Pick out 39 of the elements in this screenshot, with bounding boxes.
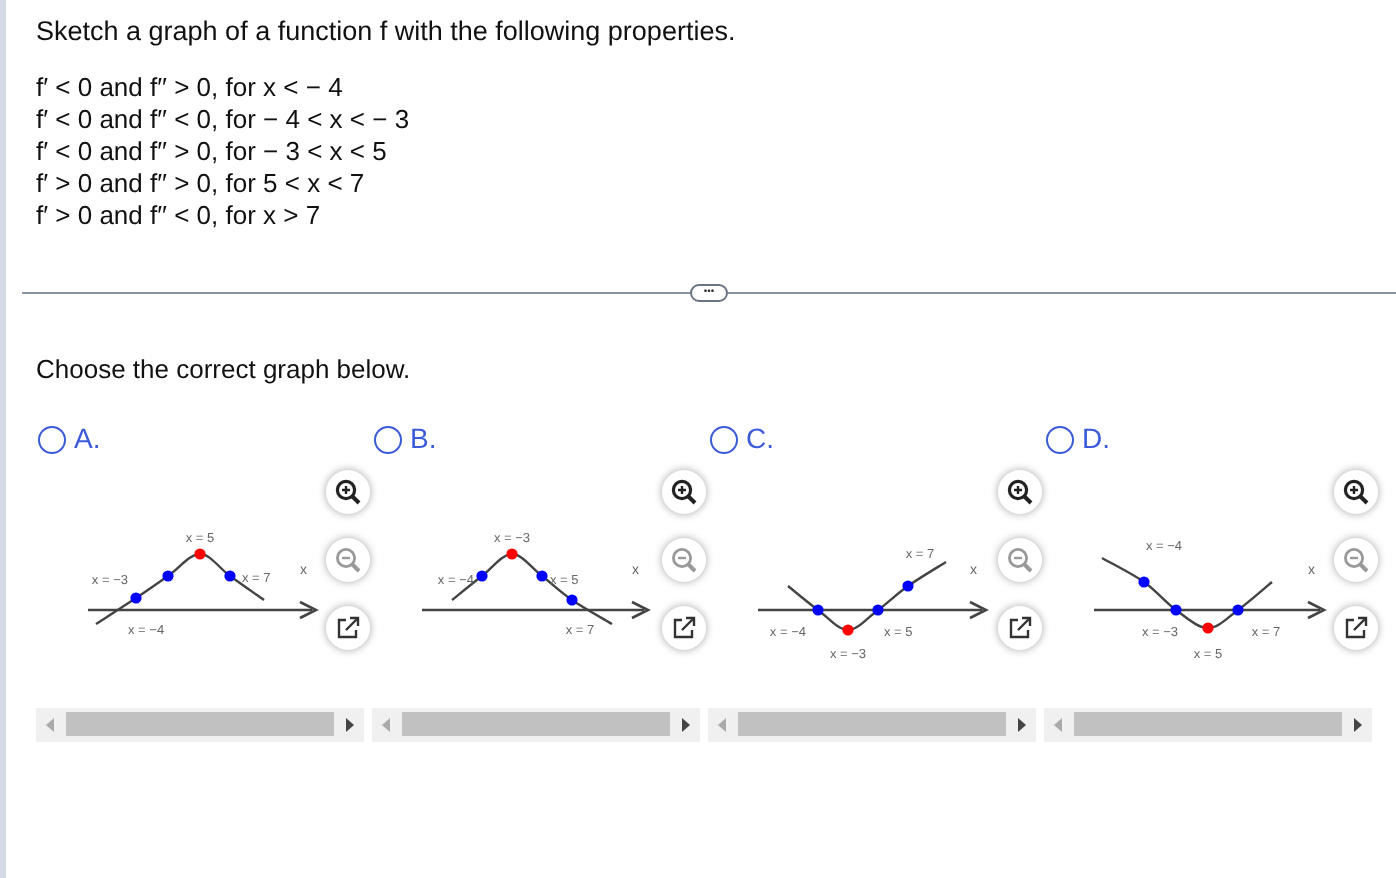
scrollbar-thumb[interactable] (738, 712, 1006, 737)
horizontal-scrollbar[interactable] (372, 707, 700, 742)
option-label: B. (410, 420, 437, 459)
horizontal-scrollbar[interactable] (36, 707, 364, 742)
radio-button[interactable] (710, 425, 738, 454)
zoom-in-icon[interactable] (998, 469, 1042, 514)
zoom-in-icon[interactable] (662, 469, 706, 514)
property-text: f′ < 0 and f′′ < 0, for − 4 < x < − 3 (36, 104, 412, 137)
radio-button[interactable] (374, 425, 402, 454)
zoom-out-icon[interactable] (662, 537, 706, 582)
zoom-out-icon[interactable] (1334, 537, 1378, 582)
zoom-out-icon[interactable] (326, 537, 370, 582)
horizontal-scrollbar[interactable] (708, 707, 1036, 742)
scroll-right-icon[interactable] (1018, 717, 1026, 732)
horizontal-scrollbar[interactable] (1044, 707, 1372, 742)
radio-button[interactable] (1046, 425, 1074, 454)
option-label: A. (74, 420, 101, 459)
scroll-right-icon[interactable] (1354, 717, 1362, 732)
property-text: f′ < 0 and f′′ > 0, for − 3 < x < 5 (36, 136, 389, 169)
prompt-text: Choose the correct graph below. (34, 352, 413, 389)
zoom-out-icon[interactable] (998, 537, 1042, 582)
zoom-in-icon[interactable] (326, 469, 370, 514)
option-label: D. (1082, 420, 1110, 459)
pop-out-icon[interactable] (326, 605, 370, 650)
pop-out-icon[interactable] (998, 605, 1042, 650)
property-text: f′ > 0 and f′′ < 0, for x > 7 (36, 200, 323, 233)
option-label: C. (746, 420, 774, 459)
radio-button[interactable] (38, 425, 66, 454)
scroll-right-icon[interactable] (346, 717, 354, 732)
question-text: Sketch a graph of a function f with the following properties. (36, 14, 738, 50)
scrollbar-thumb[interactable] (402, 712, 670, 737)
property-text: f′ < 0 and f′′ > 0, for x < − 4 (36, 72, 345, 105)
zoom-in-icon[interactable] (1334, 469, 1378, 514)
scrollbar-thumb[interactable] (1074, 712, 1342, 737)
pop-out-icon[interactable] (662, 605, 706, 650)
pop-out-icon[interactable] (1334, 605, 1378, 650)
scroll-right-icon[interactable] (682, 717, 690, 732)
property-text: f′ > 0 and f′′ > 0, for 5 < x < 7 (36, 168, 367, 201)
scrollbar-thumb[interactable] (66, 712, 334, 737)
